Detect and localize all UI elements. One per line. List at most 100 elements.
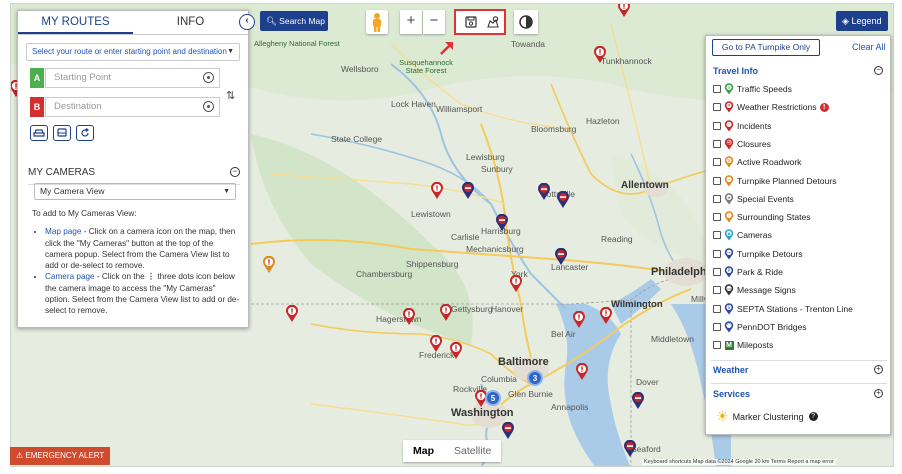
layer-checkbox[interactable] <box>713 158 721 167</box>
swap-icon[interactable]: ⇅ <box>226 89 235 102</box>
incident-marker[interactable] <box>439 304 453 322</box>
layer-row[interactable]: S SEPTA Stations - Trenton Line <box>713 302 853 316</box>
incident-marker[interactable] <box>449 342 463 360</box>
closure-marker[interactable] <box>554 248 568 266</box>
zoom-out-button[interactable]: − <box>423 10 445 34</box>
layer-checkbox[interactable] <box>713 231 721 240</box>
collapse-icon[interactable]: − <box>230 167 240 177</box>
incident-marker[interactable] <box>572 311 586 329</box>
route-select[interactable]: Select your route or enter starting poin… <box>26 43 240 61</box>
emergency-alert-button[interactable]: ⚠ EMERGENCY ALERT <box>10 447 110 465</box>
svg-text:≋: ≋ <box>727 85 731 90</box>
travel-info-header[interactable]: Travel Info <box>713 66 758 76</box>
refresh-button[interactable] <box>76 125 94 141</box>
locate-icon[interactable] <box>203 72 214 83</box>
layer-checkbox[interactable] <box>713 103 721 112</box>
layer-row[interactable]: ⛔ Closures <box>713 137 771 151</box>
turnpike-detours-icon: ↪ <box>724 174 734 186</box>
contrast-button[interactable] <box>514 10 538 34</box>
bridges-icon: ⌒ <box>724 321 734 333</box>
map-type-satellite[interactable]: Satellite <box>444 440 501 462</box>
layer-checkbox[interactable] <box>713 139 721 148</box>
layer-row[interactable]: ! Incidents <box>713 119 771 133</box>
start-point-input[interactable]: Starting Point <box>45 68 220 88</box>
layer-checkbox[interactable] <box>713 322 721 331</box>
incident-marker[interactable] <box>509 275 523 293</box>
expand-icon[interactable]: + <box>874 389 883 398</box>
layer-row[interactable]: ▭ Message Signs <box>713 283 796 297</box>
turnpike-only-button[interactable]: Go to PA Turnpike Only <box>712 39 820 56</box>
layer-row[interactable]: ! Surrounding States <box>713 210 811 224</box>
layer-checkbox[interactable] <box>713 249 721 258</box>
layer-checkbox[interactable] <box>713 194 721 203</box>
closure-marker[interactable] <box>623 440 637 458</box>
route-select-value: Select your route or enter starting poin… <box>32 47 227 56</box>
collapse-panel-button[interactable]: ‹ <box>239 14 255 30</box>
layer-row[interactable]: ≋ Traffic Speeds <box>713 82 792 96</box>
incident-marker[interactable] <box>430 182 444 200</box>
camera-view-select[interactable]: My Camera View ▼ <box>34 183 236 200</box>
truck-mode-button[interactable] <box>53 125 71 141</box>
incident-marker[interactable] <box>593 46 607 64</box>
map-type-map[interactable]: Map <box>403 440 444 462</box>
incident-marker[interactable] <box>575 363 589 381</box>
layer-row[interactable]: ☂ Weather Restrictions! <box>713 100 829 114</box>
marker-clustering-row[interactable]: ☀ Marker Clustering ? <box>716 408 818 425</box>
layer-row[interactable]: P Park & Ride <box>713 265 783 279</box>
tab-my-routes[interactable]: MY ROUTES <box>18 11 133 34</box>
layer-checkbox[interactable] <box>713 85 721 93</box>
incident-marker[interactable] <box>285 305 299 323</box>
closure-marker[interactable] <box>556 191 570 209</box>
svg-text:⚒: ⚒ <box>727 158 731 163</box>
layer-checkbox[interactable] <box>713 268 721 276</box>
layer-row[interactable]: ⌒ PennDOT Bridges <box>713 320 807 334</box>
weather-header[interactable]: Weather <box>713 365 748 375</box>
car-mode-button[interactable] <box>30 125 48 141</box>
street-view-pegman[interactable] <box>366 10 388 34</box>
home-map-icon[interactable] <box>486 15 500 29</box>
locate-icon[interactable] <box>203 101 214 112</box>
layer-checkbox[interactable] <box>713 341 721 350</box>
incident-marker[interactable] <box>262 256 276 274</box>
zoom-in-button[interactable]: + <box>400 10 422 34</box>
closure-marker[interactable] <box>631 392 645 410</box>
closure-marker[interactable] <box>461 182 475 200</box>
layer-checkbox[interactable] <box>713 304 721 313</box>
closure-marker[interactable] <box>501 422 515 440</box>
marker-cluster[interactable]: 3 <box>527 370 543 386</box>
collapse-icon[interactable]: − <box>874 66 883 75</box>
expand-icon[interactable]: + <box>874 365 883 374</box>
legend-button[interactable]: ◈ Legend <box>836 11 888 31</box>
help-icon[interactable]: ? <box>808 412 818 421</box>
closure-marker[interactable] <box>537 183 551 201</box>
svg-text:▭: ▭ <box>727 286 731 291</box>
layer-row[interactable]: ◉ Cameras <box>713 228 772 242</box>
my-cameras-header[interactable]: MY CAMERAS − <box>28 165 240 185</box>
city-label: Baltimore <box>498 356 549 368</box>
camera-page-link[interactable]: Camera page <box>45 272 95 281</box>
layer-row[interactable]: ↪ Turnpike Planned Detours <box>713 174 837 188</box>
layer-checkbox[interactable] <box>713 213 721 222</box>
search-map-button[interactable]: 🔍︎ Search Map <box>260 11 328 31</box>
layer-checkbox[interactable] <box>713 286 721 295</box>
marker-cluster[interactable]: 5 <box>485 390 501 406</box>
layer-row[interactable]: ⚒ Active Roadwork <box>713 155 801 169</box>
start-point-row: A Starting Point <box>30 68 220 88</box>
tab-info[interactable]: INFO <box>133 11 248 34</box>
incident-marker[interactable] <box>402 308 416 326</box>
incident-marker[interactable] <box>617 3 631 18</box>
layer-row[interactable]: ★ Special Events <box>713 192 794 206</box>
save-view-icon[interactable] <box>464 15 478 29</box>
services-header[interactable]: Services <box>713 389 750 399</box>
layer-checkbox[interactable] <box>713 176 721 185</box>
map-page-link[interactable]: Map page <box>45 227 81 236</box>
layer-checkbox[interactable] <box>713 121 721 130</box>
layers-icon: ◈ <box>842 16 849 26</box>
incident-marker[interactable] <box>599 307 613 325</box>
layer-row[interactable]: M Mileposts <box>713 338 773 352</box>
layer-row[interactable]: ↪ Turnpike Detours <box>713 247 803 261</box>
clear-all-link[interactable]: Clear All <box>852 42 886 52</box>
destination-input[interactable]: Destination <box>45 97 220 117</box>
closure-marker[interactable] <box>495 214 509 232</box>
incident-marker[interactable] <box>429 335 443 353</box>
